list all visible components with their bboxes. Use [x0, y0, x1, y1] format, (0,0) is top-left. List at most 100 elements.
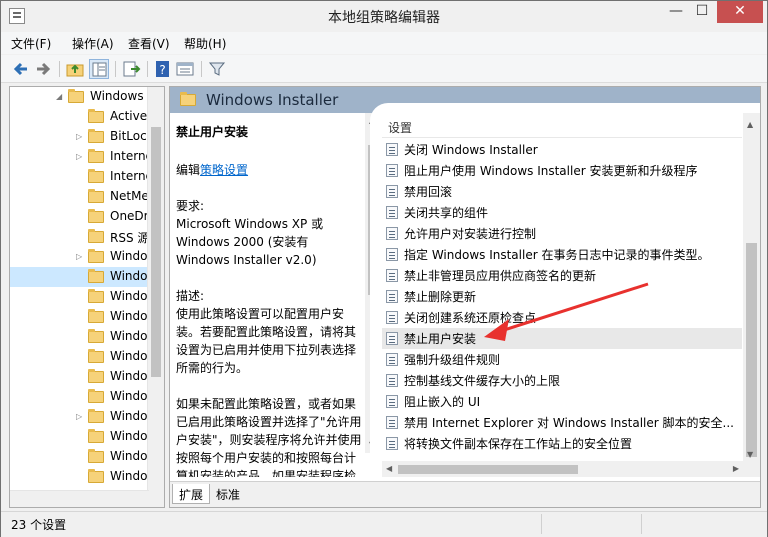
tree-item-label: Windo — [110, 389, 148, 403]
setting-row[interactable]: 关闭 Windows Installer — [382, 139, 742, 160]
tree-item-label: Windo — [110, 409, 148, 423]
setting-row[interactable]: 禁止用户安装 — [382, 328, 742, 349]
expander-icon[interactable] — [76, 312, 84, 321]
scroll-left-icon[interactable]: ◀ — [386, 465, 392, 473]
back-icon[interactable] — [11, 59, 31, 79]
menu-file[interactable]: 文件(F) — [11, 35, 51, 52]
scroll-thumb[interactable] — [151, 127, 161, 377]
setting-row[interactable]: 控制基线文件缓存大小的上限 — [382, 370, 742, 391]
expander-icon[interactable] — [76, 272, 84, 281]
policy-setting-icon — [386, 332, 398, 345]
export-list-icon[interactable] — [121, 59, 141, 79]
setting-row[interactable]: 阻止用户使用 Windows Installer 安装更新和升级程序 — [382, 160, 742, 181]
tree-item[interactable]: ▷ Windo — [10, 407, 156, 427]
tree-vscrollbar[interactable] — [147, 87, 164, 507]
settings-column-header[interactable]: 设置 — [388, 119, 412, 136]
menu-view[interactable]: 查看(V) — [128, 35, 170, 52]
tab-standard[interactable]: 标准 — [210, 484, 246, 504]
tree-item[interactable]: ActiveX — [10, 107, 156, 127]
tree-item[interactable]: OneDr — [10, 207, 156, 227]
tree-item[interactable]: Windo — [10, 467, 156, 487]
tab-extended[interactable]: 扩展 — [172, 484, 211, 504]
folder-icon — [88, 229, 104, 243]
tree-item[interactable]: RSS 源 — [10, 227, 156, 247]
setting-row[interactable]: 关闭创建系统还原检查点 — [382, 307, 742, 328]
svg-text:?: ? — [159, 63, 165, 77]
expander-icon[interactable]: ▷ — [76, 152, 84, 161]
expander-icon[interactable] — [76, 232, 84, 241]
expander-icon[interactable] — [76, 352, 84, 361]
folder-icon — [88, 269, 104, 283]
tree-item[interactable]: Windo — [10, 327, 156, 347]
tree-item[interactable]: ◢ Windows — [10, 87, 156, 107]
scroll-down-icon[interactable]: ▼ — [747, 451, 753, 459]
filter-icon[interactable] — [207, 59, 227, 79]
show-hide-tree-icon[interactable] — [89, 59, 109, 79]
expander-icon[interactable]: ▷ — [76, 252, 84, 261]
scroll-thumb[interactable] — [746, 243, 757, 457]
tree-item[interactable]: Interne — [10, 167, 156, 187]
setting-label: 禁止非管理员应用供应商签名的更新 — [404, 269, 597, 283]
tree-item[interactable]: ▷ Windo — [10, 247, 156, 267]
tree-item[interactable]: NetMe — [10, 187, 156, 207]
setting-row[interactable]: 禁用回滚 — [382, 181, 742, 202]
scroll-right-icon[interactable]: ▶ — [733, 465, 739, 473]
tree-item[interactable]: ▷ Interne — [10, 147, 156, 167]
tree-item-label: Windows — [90, 89, 144, 103]
expander-icon[interactable] — [76, 452, 84, 461]
scroll-up-icon[interactable]: ▲ — [747, 121, 753, 129]
tree-item[interactable]: Windo — [10, 387, 156, 407]
setting-label: 将转换文件副本保存在工作站上的安全位置 — [404, 437, 633, 451]
tree-item[interactable]: Windo — [10, 427, 156, 447]
tree-item[interactable]: ▷ BitLock — [10, 127, 156, 147]
tree-item[interactable]: Windo — [10, 287, 156, 307]
settings-hscrollbar[interactable]: ◀ ▶ — [382, 461, 743, 477]
menu-action[interactable]: 操作(A) — [72, 35, 114, 52]
setting-row[interactable]: 将转换文件副本保存在工作站上的安全位置 — [382, 433, 742, 454]
help-icon[interactable]: ? — [153, 59, 173, 79]
expander-icon[interactable] — [76, 372, 84, 381]
scroll-thumb[interactable] — [398, 465, 578, 474]
tree-item[interactable]: Windo — [10, 307, 156, 327]
tree-hscrollbar[interactable] — [10, 490, 149, 507]
expander-icon[interactable] — [76, 212, 84, 221]
expander-icon[interactable] — [76, 172, 84, 181]
expander-icon[interactable] — [76, 192, 84, 201]
setting-row[interactable]: 阻止嵌入的 UI — [382, 391, 742, 412]
tree-item[interactable]: Windo — [10, 447, 156, 467]
forward-icon[interactable] — [33, 59, 53, 79]
tree-item[interactable]: Windo — [10, 267, 156, 287]
setting-row[interactable]: 强制升级组件规则 — [382, 349, 742, 370]
settings-vscrollbar[interactable]: ▲ ▼ — [743, 113, 760, 477]
folder-icon — [88, 289, 104, 303]
tree-item-label: RSS 源 — [110, 231, 150, 245]
properties-icon[interactable] — [175, 59, 195, 79]
expander-icon[interactable]: ▷ — [76, 412, 84, 421]
minimize-button[interactable]: — — [663, 1, 689, 23]
expander-icon[interactable] — [76, 392, 84, 401]
up-folder-icon[interactable] — [65, 59, 85, 79]
setting-row[interactable]: 禁用 Internet Explorer 对 Windows Installer… — [382, 412, 742, 433]
tree-item[interactable]: Windo — [10, 367, 156, 387]
status-bar: 23 个设置 — [1, 511, 767, 537]
setting-row[interactable]: 禁止非管理员应用供应商签名的更新 — [382, 265, 742, 286]
folder-icon — [88, 409, 104, 423]
expander-icon[interactable] — [76, 472, 84, 481]
close-button[interactable]: ✕ — [717, 1, 763, 23]
expander-icon[interactable]: ◢ — [56, 92, 64, 101]
setting-row[interactable]: 关闭共享的组件 — [382, 202, 742, 223]
menu-help[interactable]: 帮助(H) — [184, 35, 226, 52]
setting-row[interactable]: 指定 Windows Installer 在事务日志中记录的事件类型。 — [382, 244, 742, 265]
setting-row[interactable]: 允许用户对安装进行控制 — [382, 223, 742, 244]
expander-icon[interactable] — [76, 332, 84, 341]
expander-icon[interactable] — [76, 112, 84, 121]
expander-icon[interactable]: ▷ — [76, 132, 84, 141]
setting-row[interactable]: 禁止删除更新 — [382, 286, 742, 307]
folder-icon — [88, 109, 104, 123]
setting-label: 关闭 Windows Installer — [404, 143, 538, 157]
tree-item[interactable]: Windo — [10, 347, 156, 367]
edit-policy-link[interactable]: 策略设置 — [200, 163, 248, 177]
maximize-button[interactable]: ☐ — [689, 1, 715, 23]
expander-icon[interactable] — [76, 432, 84, 441]
expander-icon[interactable] — [76, 292, 84, 301]
